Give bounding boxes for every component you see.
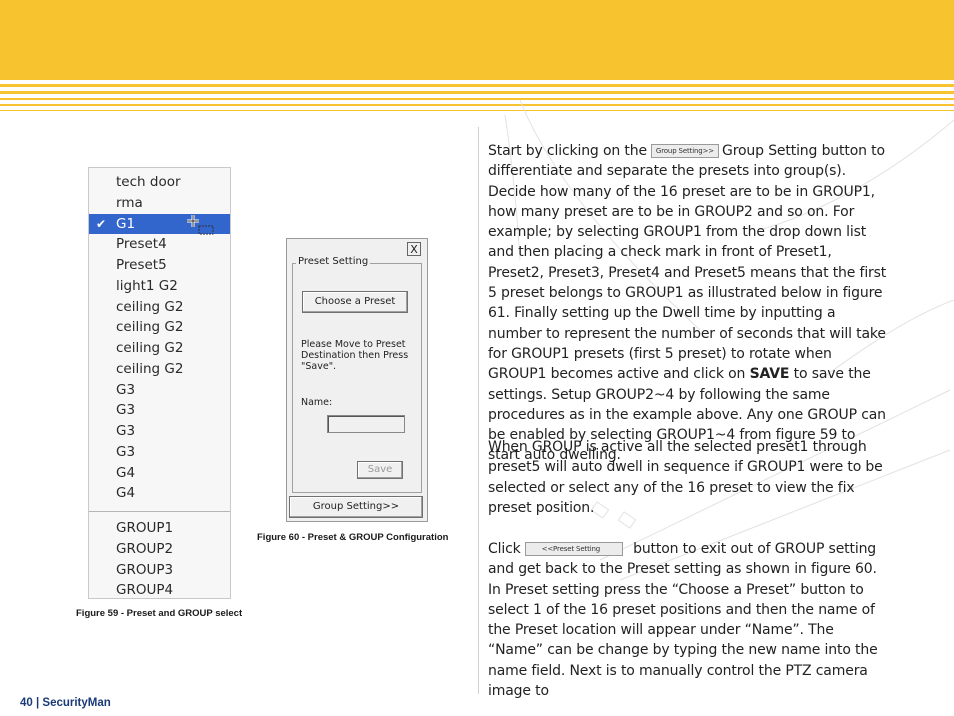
- preset-setting-dialog: X Preset Setting Choose a Preset Please …: [286, 238, 428, 522]
- menu-item[interactable]: ceiling G2: [89, 338, 230, 358]
- menu-item[interactable]: Preset5: [89, 255, 230, 275]
- menu-item-label: ceiling G2: [116, 360, 184, 377]
- name-input[interactable]: [327, 415, 405, 433]
- menu-item[interactable]: ceiling G2: [89, 317, 230, 337]
- menu-separator: [89, 511, 230, 512]
- menu-item[interactable]: G3: [89, 442, 230, 462]
- save-button[interactable]: Save: [357, 461, 403, 479]
- save-bold-text: SAVE: [749, 366, 790, 383]
- menu-item-label: ceiling G2: [116, 298, 184, 315]
- group-setting-inline-button: Group Setting>>: [650, 144, 720, 158]
- menu-item[interactable]: G3: [89, 380, 230, 400]
- menu-item[interactable]: G3: [89, 421, 230, 441]
- menu-item-label: G4: [116, 464, 136, 481]
- menu-item-label: G3: [116, 443, 136, 460]
- paragraph-preset-setting: Click <<Preset Setting button to exit out …: [488, 539, 888, 701]
- menu-item-label: G3: [116, 381, 136, 398]
- menu-item[interactable]: tech door: [89, 172, 230, 192]
- name-label: Name:: [301, 397, 333, 408]
- paragraph-group-active: When GROUP is active all the selected pr…: [488, 439, 883, 516]
- menu-item[interactable]: G3: [89, 400, 230, 420]
- menu-item[interactable]: ceiling G2: [89, 359, 230, 379]
- preset-setting-group-label: Preset Setting: [296, 256, 371, 267]
- group-setting-button[interactable]: Group Setting>>: [289, 496, 423, 518]
- menu-item-label: tech door: [116, 174, 181, 190]
- menu-item[interactable]: G4: [89, 463, 230, 483]
- menu-item[interactable]: rma: [89, 193, 230, 213]
- instruction-message: Please Move to Preset Destination then P…: [301, 339, 409, 372]
- figure-60-caption: Figure 60 - Preset & GROUP Configuration: [257, 532, 449, 543]
- text-run: button to exit out of GROUP setting and …: [488, 541, 878, 700]
- menu-item-label: G3: [116, 402, 136, 419]
- text-run: Click: [488, 541, 521, 557]
- choose-preset-button[interactable]: Choose a Preset: [302, 291, 408, 313]
- menu-item[interactable]: ✔ G1: [89, 213, 230, 234]
- checkmark-icon: ✔: [96, 216, 107, 231]
- menu-item[interactable]: ceiling G2: [89, 297, 230, 317]
- preset-setting-inline-button: <<Preset Setting: [524, 542, 624, 556]
- text-run: Group Setting button to differentiate an…: [488, 143, 887, 383]
- menu-item-label: ceiling G2: [116, 340, 184, 356]
- menu-item-label: Preset4: [116, 236, 167, 253]
- page-footer: 40 | SecurityMan: [20, 697, 111, 709]
- close-button[interactable]: X: [407, 242, 421, 256]
- menu-item-label: ceiling G2: [116, 319, 184, 336]
- column-divider: [478, 127, 479, 694]
- menu-item-label: Preset5: [116, 257, 167, 273]
- menu-item-label: G1: [116, 215, 136, 232]
- menu-item-label: G4: [116, 485, 136, 502]
- menu-item-label: G3: [116, 423, 136, 439]
- group-menu-item[interactable]: GROUP2: [89, 539, 230, 559]
- menu-item[interactable]: light1 G2: [89, 276, 230, 296]
- preset-group-menu: tech door rma ✔ G1 Preset4 Preset5 light1 G2 ce…: [88, 167, 231, 599]
- paragraph-group-setting: Start by clicking on the Group Setting>> G…: [488, 141, 888, 466]
- group-menu-item[interactable]: GROUP3: [89, 560, 230, 580]
- menu-item[interactable]: Preset4: [89, 234, 230, 254]
- text-run: Start by clicking on the: [488, 143, 647, 159]
- menu-item-label: light1 G2: [116, 277, 178, 294]
- menu-item[interactable]: G4: [89, 483, 230, 503]
- drag-cursor-icon: [187, 214, 214, 234]
- group-menu-item[interactable]: GROUP1: [89, 518, 230, 538]
- menu-item-label: rma: [116, 194, 143, 211]
- figure-59-caption: Figure 59 - Preset and GROUP select: [76, 608, 243, 619]
- group-menu-item[interactable]: GROUP4: [89, 580, 230, 600]
